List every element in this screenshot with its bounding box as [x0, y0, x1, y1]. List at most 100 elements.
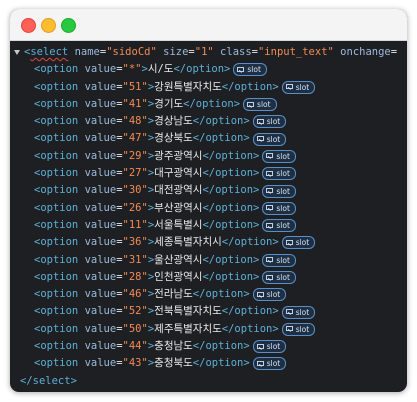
- slot-label: slot: [276, 169, 290, 179]
- select-open-line[interactable]: < select name = "sidoCd" size = "1" class = "in…: [10, 44, 407, 61]
- option-line[interactable]: <option value = "36" > 세종특별자치시 </option> slot: [10, 234, 407, 251]
- slot-badge[interactable]: slot: [262, 167, 296, 181]
- devtools-window: < select name = "sidoCd" size = "1" class = "in…: [10, 9, 407, 392]
- close-window-button[interactable]: [21, 18, 36, 33]
- slot-label: slot: [266, 134, 281, 144]
- option-line[interactable]: <option value = "50" > 제주특별자치도 </option> slot: [10, 321, 407, 338]
- slot-reveal-icon: [266, 222, 274, 229]
- option-line[interactable]: <option value = "29" > 광주광역시 </option> slot: [10, 148, 407, 165]
- slot-reveal-icon: [247, 101, 254, 108]
- slot-badge[interactable]: slot: [262, 201, 296, 215]
- option-line[interactable]: <option value = "41" > 경기도 </option> slot: [10, 96, 407, 113]
- slot-badge[interactable]: slot: [252, 340, 287, 354]
- option-line[interactable]: <option value = "*" > 시/도 </option> slot: [10, 61, 407, 78]
- option-line[interactable]: <option value = "31" > 울산광역시 </option> slot: [10, 252, 407, 269]
- option-text: 전라남도: [154, 288, 193, 301]
- option-text: 경상남도: [154, 115, 193, 128]
- slot-reveal-icon: [256, 118, 264, 125]
- option-line[interactable]: <option value = "48" > 경상남도 </option> slot: [10, 113, 407, 130]
- option-line[interactable]: <option value = "30" > 대전광역시 </option> slot: [10, 182, 407, 199]
- slot-badge[interactable]: slot: [252, 115, 287, 129]
- slot-label: slot: [295, 238, 310, 248]
- option-value: "30": [122, 184, 148, 197]
- option-line[interactable]: <option value = "46" > 전라남도 </option> slot: [10, 286, 407, 303]
- option-text: 제주특별자치도: [154, 322, 222, 335]
- option-line[interactable]: <option value = "43" > 충청북도 </option> slot: [10, 355, 407, 372]
- option-text: 경기도: [154, 97, 184, 110]
- option-close-tag: </option>: [173, 63, 231, 76]
- option-text: 세종특별자치시: [154, 236, 222, 249]
- slot-reveal-icon: [256, 291, 264, 298]
- slot-reveal-icon: [266, 153, 274, 160]
- minimize-window-button[interactable]: [41, 18, 56, 33]
- slot-reveal-icon: [266, 257, 274, 264]
- slot-label: slot: [266, 342, 281, 352]
- slot-badge[interactable]: slot: [281, 305, 316, 319]
- option-open-tag: <option: [34, 270, 79, 283]
- slot-reveal-icon: [266, 170, 274, 177]
- option-line[interactable]: <option value = "27" > 대구광역시 </option> slot: [10, 165, 407, 182]
- option-value: "46": [122, 288, 148, 301]
- option-line[interactable]: <option value = "28" > 인천광역시 </option> slot: [10, 269, 407, 286]
- maximize-window-button[interactable]: [61, 18, 76, 33]
- option-open-tag: <option: [34, 184, 79, 197]
- option-line[interactable]: <option value = "44" > 충청남도 </option> slot: [10, 338, 407, 355]
- select-close-line[interactable]: </select>: [10, 373, 407, 390]
- slot-badge[interactable]: slot: [233, 63, 267, 77]
- slot-badge[interactable]: slot: [252, 288, 287, 302]
- slot-badge[interactable]: slot: [262, 253, 296, 267]
- option-open-tag: <option: [34, 167, 79, 180]
- option-line[interactable]: <option value = "52" > 전북특별자치도 </option> slot: [10, 303, 407, 320]
- slot-label: slot: [247, 65, 261, 75]
- option-close-tag: </option>: [221, 305, 279, 318]
- option-attr-name: value: [84, 305, 117, 318]
- options-list: <option value = "*" > 시/도 </option> slot <optio…: [10, 61, 407, 372]
- option-close-tag: </option>: [221, 80, 279, 93]
- slot-badge[interactable]: slot: [281, 322, 316, 336]
- slot-label: slot: [266, 290, 281, 300]
- option-text: 충청북도: [154, 357, 193, 370]
- slot-reveal-icon: [285, 309, 293, 316]
- option-attr-name: value: [84, 236, 117, 249]
- option-attr-name: value: [84, 97, 117, 110]
- slot-badge[interactable]: slot: [281, 80, 316, 94]
- option-close-tag: </option>: [183, 97, 241, 110]
- slot-label: slot: [276, 186, 290, 196]
- slot-badge[interactable]: slot: [262, 149, 296, 163]
- option-value: "27": [122, 167, 148, 180]
- slot-badge[interactable]: slot: [262, 271, 296, 284]
- option-line[interactable]: <option value = "47" > 경상북도 </option> slot: [10, 130, 407, 147]
- option-value: "31": [122, 253, 148, 266]
- option-text: 전북특별자치도: [154, 305, 222, 318]
- slot-badge[interactable]: slot: [243, 98, 277, 112]
- option-text: 인천광역시: [154, 270, 203, 283]
- option-open-tag: <option: [34, 236, 79, 249]
- option-close-tag: </option>: [192, 357, 250, 370]
- collapse-arrow-icon[interactable]: [14, 50, 20, 55]
- slot-badge[interactable]: slot: [281, 236, 316, 250]
- slot-label: slot: [276, 151, 290, 161]
- option-close-tag: </option>: [202, 201, 260, 214]
- slot-badge[interactable]: slot: [252, 357, 287, 371]
- option-open-tag: <option: [34, 305, 79, 318]
- slot-badge[interactable]: slot: [262, 219, 296, 233]
- slot-reveal-icon: [256, 343, 264, 350]
- option-close-tag: </option>: [192, 132, 250, 145]
- attr-class-value: "input_text": [257, 46, 334, 58]
- option-attr-name: value: [84, 80, 117, 93]
- option-attr-name: value: [84, 357, 117, 370]
- attr-size: size: [163, 46, 189, 58]
- option-line[interactable]: <option value = "11" > 서울특별시 </option> slot: [10, 217, 407, 234]
- slot-badge[interactable]: slot: [252, 132, 287, 146]
- option-text: 시/도: [147, 63, 174, 76]
- slot-badge[interactable]: slot: [262, 184, 296, 198]
- option-line[interactable]: <option value = "51" > 강원특별자치도 </option> slot: [10, 79, 407, 96]
- option-line[interactable]: <option value = "26" > 부산광역시 </option> slot: [10, 200, 407, 217]
- option-open-tag: <option: [34, 115, 79, 128]
- option-text: 충청남도: [154, 340, 193, 353]
- option-open-tag: <option: [34, 149, 79, 162]
- option-text: 서울특별시: [154, 218, 203, 231]
- option-text: 부산광역시: [154, 201, 203, 214]
- option-open-tag: <option: [34, 97, 79, 110]
- option-close-tag: </option>: [202, 253, 260, 266]
